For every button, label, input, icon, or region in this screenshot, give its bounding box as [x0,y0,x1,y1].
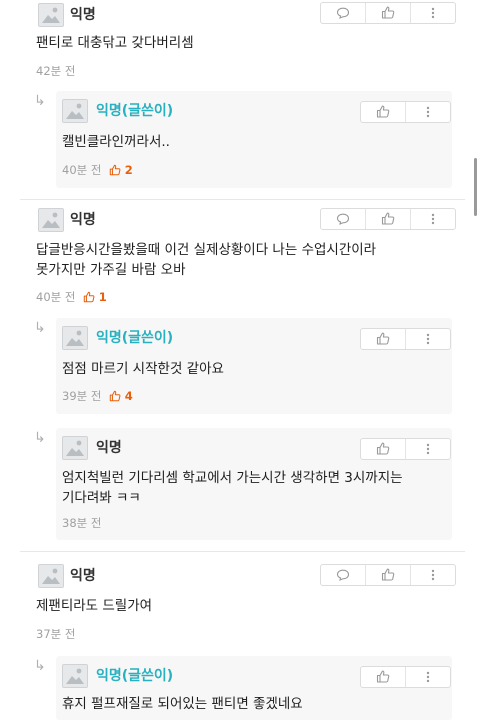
comment-time: 39분 전 4 [62,389,133,403]
comment: 익명 제팬티라도 드릴가여 37분 전 [0,552,478,648]
thumbs-up-icon [376,103,390,122]
thumbs-up-icon [376,330,390,349]
more-vertical-icon [426,103,430,122]
anonymous-avatar-icon [38,208,64,232]
comment: 익명 답글반응시간을봤을때 이건 실제상황이다 나는 수업시간이라 못가지만 가… [0,200,478,310]
comment-author: 익명 [70,7,96,23]
thumbs-up-icon [83,291,95,303]
more-vertical-icon [431,4,435,23]
reply-button[interactable] [321,565,365,585]
comment-actions [360,101,451,123]
thumbs-up-icon [109,164,121,176]
reply-arrow-icon: ↳ [34,658,46,674]
more-vertical-icon [431,566,435,585]
comment-author: 익명(글쓴이) [96,103,174,119]
comment-author: 익명(글쓴이) [96,668,174,684]
comment-time: 38분 전 [62,516,102,530]
comment-actions [360,438,451,460]
comment-actions [320,208,456,230]
like-button[interactable] [365,565,410,585]
thumbs-up-icon [381,4,395,23]
like-count: 2 [109,163,133,177]
like-count: 4 [109,389,133,403]
more-vertical-icon [426,330,430,349]
more-vertical-icon [426,440,430,459]
anonymous-avatar-icon [62,99,88,123]
like-button[interactable] [361,329,405,349]
reply: 익명(글쓴이) 점점 마르기 시작한것 같아요 39분 전 4 [56,318,452,414]
reply-arrow-icon: ↳ [34,430,46,446]
speech-bubble-icon [336,4,350,23]
comment-text-line: 답글반응시간을봤을때 이건 실제상황이다 나는 수업시간이라 [36,242,377,258]
comment-actions [360,666,451,688]
thumbs-up-icon [376,440,390,459]
like-count: 1 [83,290,107,304]
comment-time: 40분 전 2 [62,163,133,177]
comment-text: 팬티로 대충닦고 갖다버리셈 [36,35,194,51]
comment-text: 캘빈클라인꺼라서.. [62,134,170,150]
thumbs-up-icon [381,566,395,585]
reply: 익명(글쓴이) 휴지 펄프재질로 되어있는 팬티면 좋겠네요 [56,656,452,720]
comment-time: 37분 전 [36,627,76,641]
more-vertical-icon [426,668,430,687]
thumbs-up-icon [109,390,121,402]
comment-text: 제팬티라도 드릴가여 [36,598,153,614]
comment-text: 점점 마르기 시작한것 같아요 [62,361,224,377]
like-button[interactable] [365,3,410,23]
reply: 익명 엄지척빌런 기다리셈 학교에서 가는시간 생각하면 3시까지는 기다려봐 … [56,428,452,540]
reply-button[interactable] [321,209,365,229]
like-button[interactable] [361,667,405,687]
reply-arrow-icon: ↳ [34,320,46,336]
comment-text: 휴지 펄프재질로 되어있는 팬티면 좋겠네요 [62,696,303,712]
speech-bubble-icon [336,566,350,585]
comment-author: 익명 [96,440,122,456]
like-button[interactable] [361,102,405,122]
comment-time: 40분 전 1 [36,290,107,304]
comment-time: 42분 전 [36,64,76,78]
reply-arrow-icon: ↳ [34,93,46,109]
anonymous-avatar-icon [62,436,88,460]
comment-author: 익명 [70,212,96,228]
scrollbar[interactable] [474,158,477,216]
thumbs-up-icon [381,210,395,229]
more-button[interactable] [410,565,455,585]
comment-text-line: 기다려봐 ㅋㅋ [62,490,141,506]
like-button[interactable] [361,439,405,459]
more-button[interactable] [405,667,450,687]
reply: 익명(글쓴이) 캘빈클라인꺼라서.. 40분 전 2 [56,91,452,188]
comment-author: 익명(글쓴이) [96,330,174,346]
anonymous-avatar-icon [38,564,64,588]
anonymous-avatar-icon [62,326,88,350]
more-vertical-icon [431,210,435,229]
comment-actions [360,328,451,350]
comment-text-line: 못가지만 가주길 바람 오바 [36,262,186,278]
comment-author: 익명 [70,568,96,584]
comment: 익명 팬티로 대충닦고 갖다버리셈 42분 전 [0,0,478,90]
speech-bubble-icon [336,210,350,229]
reply-button[interactable] [321,3,365,23]
more-button[interactable] [410,3,455,23]
anonymous-avatar-icon [38,3,64,27]
more-button[interactable] [405,102,450,122]
more-button[interactable] [405,329,450,349]
like-button[interactable] [365,209,410,229]
comment-text-line: 엄지척빌런 기다리셈 학교에서 가는시간 생각하면 3시까지는 [62,470,403,486]
more-button[interactable] [410,209,455,229]
anonymous-avatar-icon [62,664,88,688]
comment-actions [320,2,456,24]
thumbs-up-icon [376,668,390,687]
more-button[interactable] [405,439,450,459]
comment-actions [320,564,456,586]
